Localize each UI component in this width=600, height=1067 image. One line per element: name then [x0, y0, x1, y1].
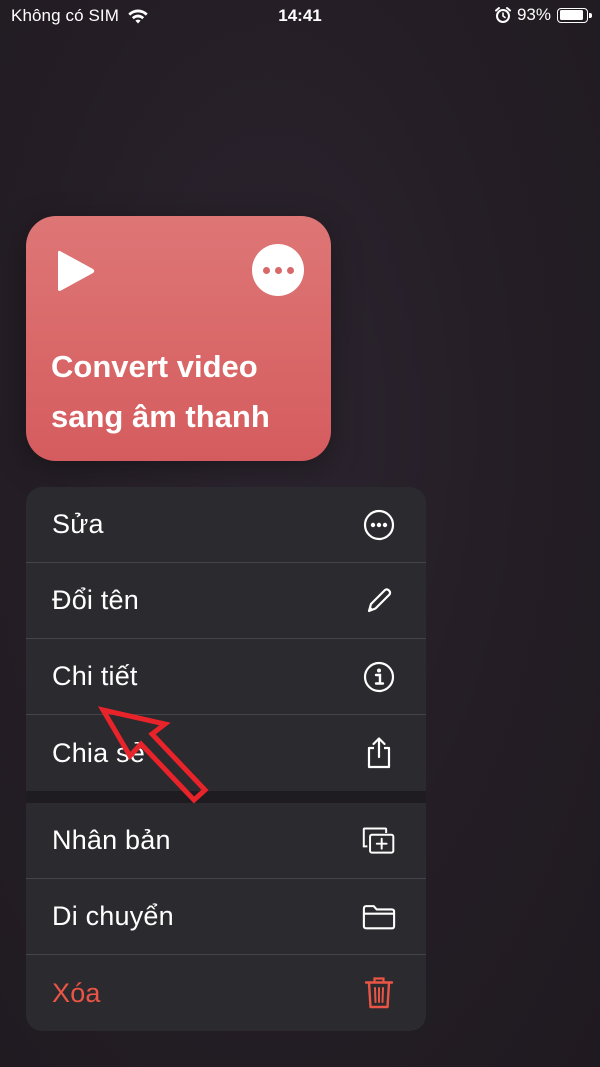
menu-item-label: Đổi tên [52, 585, 139, 615]
alarm-icon [494, 7, 511, 23]
duplicate-icon [362, 824, 396, 858]
trash-icon [362, 976, 396, 1010]
more-dot [286, 266, 294, 274]
more-dot [262, 266, 270, 274]
shortcut-title: Convert video sang âm thanh [51, 349, 270, 434]
menu-item-details[interactable]: Chi tiết [26, 639, 426, 715]
context-menu: Sửa Đổi tên Chi tiết Chia sẻ Nhân bản Di… [26, 487, 426, 1031]
more-dot [274, 266, 282, 274]
menu-item-label: Nhân bản [52, 825, 171, 855]
folder-icon [362, 900, 396, 934]
info-circle-icon [362, 660, 396, 694]
menu-item-label: Chi tiết [52, 661, 138, 691]
play-icon[interactable] [56, 248, 96, 294]
battery-icon [557, 7, 592, 23]
menu-item-label: Di chuyển [52, 901, 174, 931]
shortcut-card[interactable]: Convert video sang âm thanh [26, 216, 331, 461]
menu-item-edit[interactable]: Sửa [26, 487, 426, 563]
menu-item-label: Xóa [52, 977, 101, 1008]
more-icon[interactable] [252, 244, 304, 296]
ellipsis-circle-icon [362, 508, 396, 542]
status-bar: Không có SIM 14:41 93% [0, 0, 600, 34]
menu-item-label: Sửa [52, 509, 104, 539]
menu-item-rename[interactable]: Đổi tên [26, 563, 426, 639]
share-icon [362, 736, 396, 770]
battery-cap [589, 12, 592, 18]
status-right: 93% [494, 5, 592, 25]
pencil-icon [362, 584, 396, 618]
menu-item-share[interactable]: Chia sẻ [26, 715, 426, 791]
battery-fill [559, 10, 583, 20]
battery-percent: 93% [516, 5, 551, 24]
menu-item-duplicate[interactable]: Nhân bản [26, 803, 426, 879]
menu-item-move[interactable]: Di chuyển [26, 879, 426, 955]
menu-item-label: Chia sẻ [52, 737, 145, 768]
menu-item-delete[interactable]: Xóa [26, 955, 426, 1031]
menu-separator [26, 791, 426, 803]
